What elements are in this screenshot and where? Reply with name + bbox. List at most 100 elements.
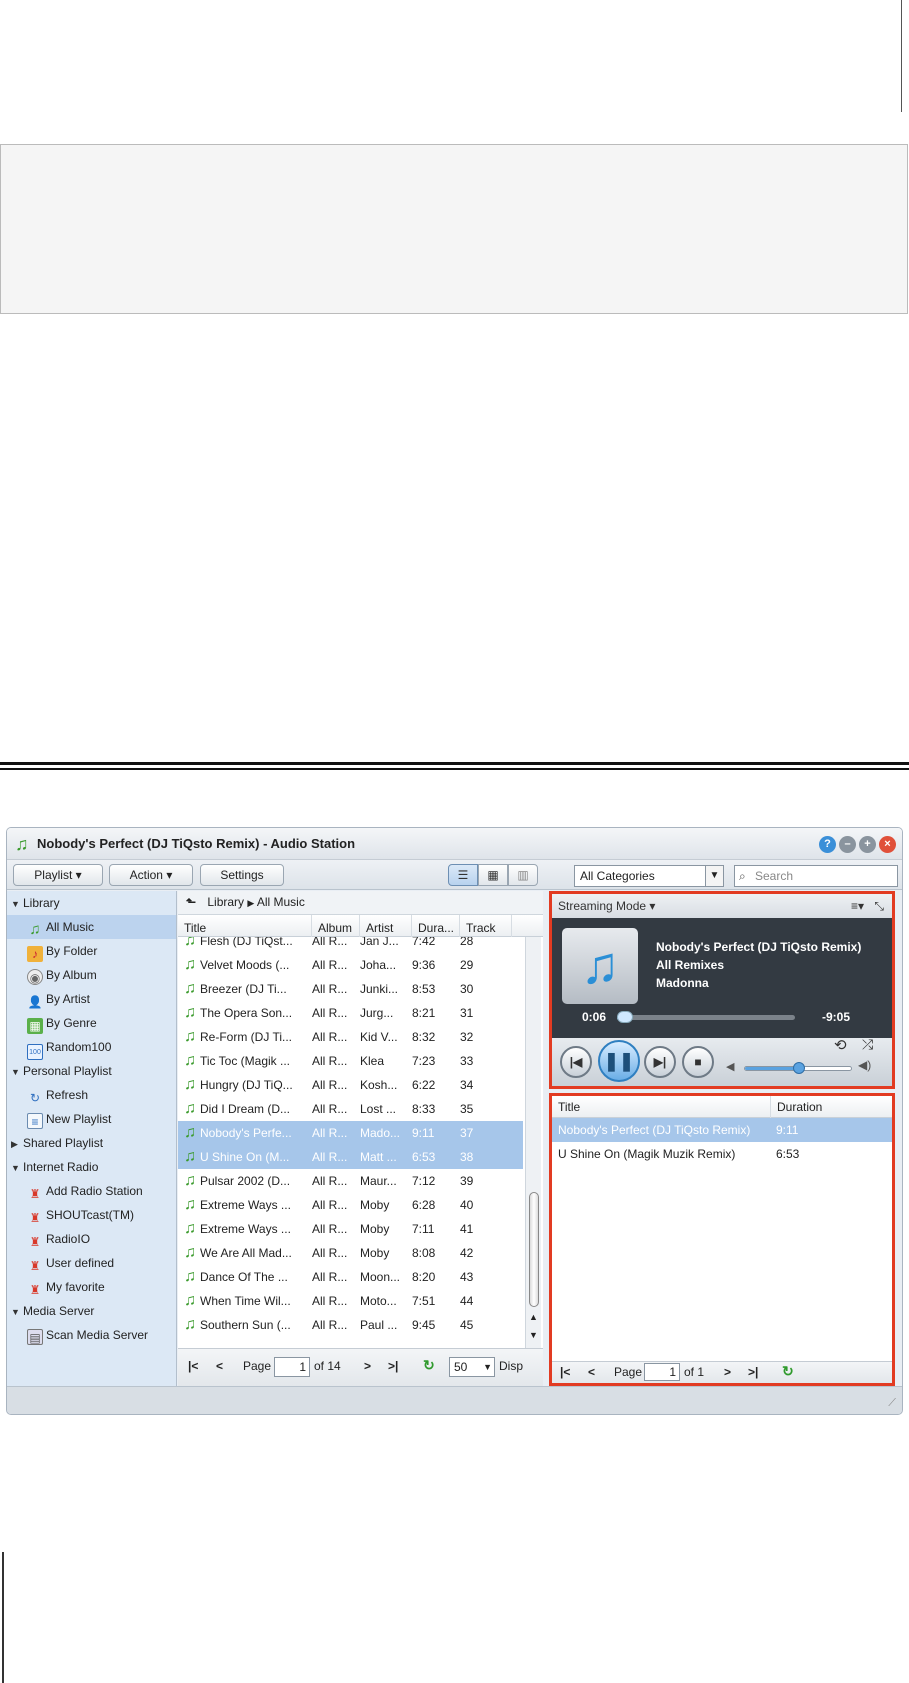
help-icon[interactable]: ? <box>819 836 836 853</box>
sidebar-item-add-radio-station[interactable]: ♜ Add Radio Station <box>27 1179 143 1203</box>
table-row[interactable]: ♫ When Time Wil... All R... Moto... 7:51 44 <box>178 1289 523 1313</box>
scroll-down-arrow-icon[interactable]: ▼ <box>529 1330 538 1340</box>
search-input[interactable]: ⌕ Search <box>734 865 898 887</box>
playlist-column-title[interactable]: Title <box>558 1096 580 1118</box>
playlist-menu-button[interactable]: Playlist ▾ <box>13 864 103 886</box>
shuffle-icon[interactable]: ⤮ <box>862 1036 873 1053</box>
sidebar-item-scan-media-server[interactable]: ▤ Scan Media Server <box>27 1323 148 1347</box>
table-row[interactable]: ♫ Pulsar 2002 (D... All R... Maur... 7:12 39 <box>178 1169 523 1193</box>
music-note-icon: ♫ <box>184 937 196 949</box>
list-view-icon[interactable]: ☰ <box>448 864 478 886</box>
repeat-icon[interactable]: ⟲ <box>834 1036 847 1054</box>
column-header-track[interactable]: Track <box>460 915 512 937</box>
playlist-options-icon[interactable]: ≡▾ <box>851 894 864 918</box>
maximize-icon[interactable]: + <box>859 836 876 853</box>
scroll-up-arrow-icon[interactable]: ▲ <box>529 1312 538 1322</box>
next-page-icon[interactable]: > <box>364 1359 371 1373</box>
last-page-icon[interactable]: >| <box>388 1359 398 1373</box>
refresh-icon[interactable]: ↻ <box>423 1357 435 1374</box>
settings-button[interactable]: Settings <box>200 864 284 886</box>
resize-grip-icon[interactable]: ⟋ <box>888 1397 896 1410</box>
sidebar-group-shared-playlist[interactable]: ▶ Shared Playlist <box>11 1131 103 1155</box>
previous-page-icon[interactable]: < <box>588 1365 595 1379</box>
cell-album: All R... <box>312 1102 348 1116</box>
sidebar-item-user-defined[interactable]: ♜ User defined <box>27 1251 114 1275</box>
cell-title: Extreme Ways ... <box>200 1222 291 1236</box>
action-menu-button[interactable]: Action ▾ <box>109 864 193 886</box>
table-row[interactable]: ♫ Flesh (DJ TiQst... All R... Jan J... 7:42 2… <box>178 937 523 953</box>
sidebar-item-by-genre[interactable]: ▦ By Genre <box>27 1011 97 1035</box>
sidebar-item-by-artist[interactable]: 👤 By Artist <box>27 987 91 1011</box>
pause-icon[interactable]: ❚❚ <box>598 1040 640 1082</box>
scrollbar-thumb[interactable] <box>529 1192 539 1307</box>
stop-icon[interactable]: ■ <box>682 1046 714 1078</box>
table-row[interactable]: ♫ Dance Of The ... All R... Moon... 8:20 43 <box>178 1265 523 1289</box>
last-page-icon[interactable]: >| <box>748 1365 758 1379</box>
minimize-icon[interactable]: – <box>839 836 856 853</box>
table-row[interactable]: ♫ Re-Form (DJ Ti... All R... Kid V... 8:32 32 <box>178 1025 523 1049</box>
mini-player-icon[interactable]: ⤡ <box>874 894 884 918</box>
close-icon[interactable]: × <box>879 836 896 853</box>
sidebar-item-new-playlist[interactable]: ≡ New Playlist <box>27 1107 111 1131</box>
first-page-icon[interactable]: |< <box>560 1365 570 1379</box>
table-row[interactable]: ♫ We Are All Mad... All R... Moby 8:08 42 <box>178 1241 523 1265</box>
progress-bar[interactable] <box>617 1011 795 1023</box>
previous-track-icon[interactable]: |◀ <box>560 1046 592 1078</box>
progress-knob[interactable] <box>617 1011 633 1023</box>
column-header-duration[interactable]: Dura... <box>412 915 460 937</box>
cell-duration: 8:20 <box>412 1270 436 1284</box>
playlist-column-duration[interactable]: Duration <box>770 1096 822 1118</box>
sidebar-item-label: Random100 <box>46 1040 112 1054</box>
column-header-album[interactable]: Album <box>312 915 360 937</box>
sidebar-group-library[interactable]: ▼ Library <box>11 891 60 915</box>
table-row[interactable]: ♫ Extreme Ways ... All R... Moby 6:28 40 <box>178 1193 523 1217</box>
table-row[interactable]: ♫ Velvet Moods (... All R... Joha... 9:36 29 <box>178 953 523 977</box>
column-header-title[interactable]: Title <box>178 915 312 937</box>
sidebar-item-my-favorite[interactable]: ♜ My favorite <box>27 1275 105 1299</box>
cell-artist: Junki... <box>360 982 399 996</box>
playlist-row[interactable]: Nobody's Perfect (DJ TiQsto Remix) 9:11 <box>552 1118 892 1142</box>
sidebar-item-by-album[interactable]: ◉ By Album <box>27 963 97 987</box>
page-size-select[interactable]: 50 ▼ <box>449 1357 495 1377</box>
table-row[interactable]: ♫ Tic Toc (Magik ... All R... Klea 7:23 33 <box>178 1049 523 1073</box>
table-row[interactable]: ♫ Southern Sun (... All R... Paul ... 9:45 45 <box>178 1313 523 1337</box>
column-header-artist[interactable]: Artist <box>360 915 412 937</box>
sidebar-item-radioio[interactable]: ♜ RadioIO <box>27 1227 90 1251</box>
previous-page-icon[interactable]: < <box>216 1359 223 1373</box>
display-label: Disp <box>499 1359 524 1373</box>
song-list-scrollbar[interactable]: ▲ ▼ <box>525 937 541 1348</box>
random-icon: 100 <box>27 1044 43 1060</box>
sidebar-item-label: Refresh <box>46 1088 89 1102</box>
refresh-icon[interactable]: ↻ <box>782 1363 794 1380</box>
coverflow-view-icon[interactable]: ▥ <box>508 864 538 886</box>
table-row[interactable]: ♫ Breezer (DJ Ti... All R... Junki... 8:53 30 <box>178 977 523 1001</box>
sidebar-group-personal-playlist[interactable]: ▼ Personal Playlist <box>11 1059 112 1083</box>
playlist-row[interactable]: U Shine On (Magik Muzik Remix) 6:53 <box>552 1142 892 1166</box>
thumbnail-view-icon[interactable]: ▦ <box>478 864 508 886</box>
table-row[interactable]: ♫ The Opera Son... All R... Jurg... 8:21 31 <box>178 1001 523 1025</box>
sidebar-item-all-music[interactable]: ♫ All Music <box>7 915 176 939</box>
table-row[interactable]: ♫ Extreme Ways ... All R... Moby 7:11 41 <box>178 1217 523 1241</box>
sidebar-group-internet-radio[interactable]: ▼ Internet Radio <box>11 1155 98 1179</box>
volume-knob[interactable] <box>793 1062 805 1074</box>
sidebar-item-shoutcast[interactable]: ♜ SHOUTcast(TM) <box>27 1203 134 1227</box>
sidebar-item-random100[interactable]: 100 Random100 <box>27 1035 112 1060</box>
sidebar-item-by-folder[interactable]: ♪ By Folder <box>27 939 97 963</box>
breadcrumb-root[interactable]: Library <box>207 895 244 909</box>
table-row[interactable]: ♫ Did I Dream (D... All R... Lost ... 8:33 35 <box>178 1097 523 1121</box>
category-select[interactable]: All Categories ▼ <box>574 865 724 887</box>
first-page-icon[interactable]: |< <box>188 1359 198 1373</box>
page-number-input[interactable]: 1 <box>644 1363 680 1381</box>
streaming-mode-menu[interactable]: Streaming Mode ▾ <box>558 899 655 913</box>
table-row[interactable]: ♫ Nobody's Perfe... All R... Mado... 9:11 37 <box>178 1121 523 1145</box>
next-page-icon[interactable]: > <box>724 1365 731 1379</box>
up-folder-icon[interactable]: ⬑ <box>186 895 196 909</box>
sidebar-group-media-server[interactable]: ▼ Media Server <box>11 1299 94 1323</box>
cell-track: 32 <box>460 1030 474 1044</box>
table-row[interactable]: ♫ Hungry (DJ TiQ... All R... Kosh... 6:22 34 <box>178 1073 523 1097</box>
table-row[interactable]: ♫ U Shine On (M... All R... Matt ... 6:53 38 <box>178 1145 523 1169</box>
sidebar-item-refresh[interactable]: ↻ Refresh <box>27 1083 88 1107</box>
page-number-input[interactable]: 1 <box>274 1357 310 1377</box>
volume-slider[interactable] <box>744 1062 852 1074</box>
next-track-icon[interactable]: ▶| <box>644 1046 676 1078</box>
